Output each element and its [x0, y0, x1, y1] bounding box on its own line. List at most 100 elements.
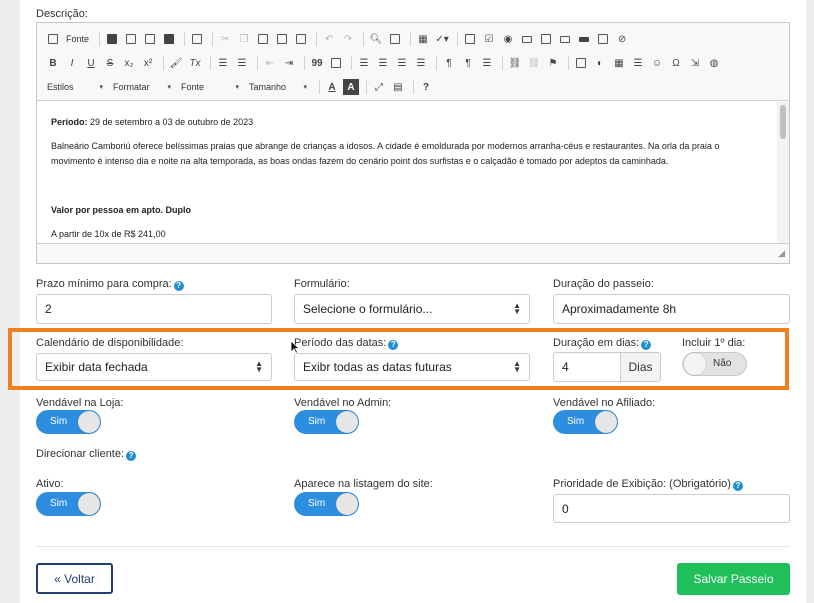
find-icon[interactable]: 🔍︎: [368, 31, 384, 47]
checkbox-icon[interactable]: ☑: [481, 31, 497, 47]
align-left-icon[interactable]: ☰: [356, 55, 372, 71]
save-icon[interactable]: [104, 31, 120, 47]
background-color-icon[interactable]: A: [343, 79, 359, 95]
styles-dropdown[interactable]: Estilos ▾: [45, 79, 105, 95]
help-icon[interactable]: ?: [418, 79, 434, 95]
strikethrough-icon[interactable]: S: [102, 55, 118, 71]
toolbar-divider: [502, 56, 503, 70]
templates-icon[interactable]: [189, 31, 205, 47]
duracao-passeio-input[interactable]: Aproximadamente 8h: [553, 294, 790, 324]
image-button-icon[interactable]: [595, 31, 611, 47]
replace-icon[interactable]: [387, 31, 403, 47]
indent-icon[interactable]: ⇥: [281, 55, 297, 71]
source-icon[interactable]: [45, 31, 61, 47]
editor-scrollbar-thumb[interactable]: [780, 105, 786, 139]
textarea-icon[interactable]: [538, 31, 554, 47]
toggle-state: Sim: [50, 498, 68, 509]
paste-text-icon[interactable]: [274, 31, 290, 47]
button-field-icon[interactable]: [576, 31, 592, 47]
radio-icon[interactable]: ◉: [500, 31, 516, 47]
div-icon[interactable]: [328, 55, 344, 71]
numbered-list-icon[interactable]: ☰: [215, 55, 231, 71]
smiley-icon[interactable]: ☺: [649, 55, 665, 71]
help-icon[interactable]: ?: [641, 340, 652, 350]
toggle-state: Sim: [308, 498, 326, 509]
align-justify-icon[interactable]: ☰: [413, 55, 429, 71]
format-dropdown[interactable]: Formatar ▾: [111, 79, 173, 95]
toolbar-divider: [257, 56, 258, 70]
formulario-select[interactable]: Selecione o formulário... ▲ ▼: [294, 294, 530, 324]
help-icon[interactable]: ?: [173, 281, 184, 291]
redo-icon[interactable]: ↷: [340, 31, 356, 47]
vendavel-loja-toggle[interactable]: Sim: [36, 410, 101, 434]
italic-icon[interactable]: I: [64, 55, 80, 71]
align-right-icon[interactable]: ☰: [394, 55, 410, 71]
copy-icon[interactable]: ❐: [236, 31, 252, 47]
blockquote-icon[interactable]: 99: [309, 55, 325, 71]
help-icon[interactable]: ?: [388, 340, 399, 350]
select-field-icon[interactable]: [557, 31, 573, 47]
preview-icon[interactable]: [142, 31, 158, 47]
flash-icon[interactable]: ◐: [592, 55, 608, 71]
form-icon[interactable]: [462, 31, 478, 47]
page-break-icon[interactable]: ⇲: [687, 55, 703, 71]
paste-word-icon[interactable]: [293, 31, 309, 47]
toolbar-divider: [351, 56, 352, 70]
periodo-datas-select[interactable]: Exibr todas as datas futuras ▲ ▼: [294, 353, 530, 381]
toolbar-divider: [363, 32, 365, 46]
save-button[interactable]: Salvar Passeio: [677, 563, 790, 595]
ativo-toggle[interactable]: Sim: [36, 492, 101, 516]
source-button-label[interactable]: Fonte: [66, 34, 89, 44]
help-icon[interactable]: ?: [732, 481, 743, 491]
superscript-icon[interactable]: x²: [140, 55, 156, 71]
vendavel-afiliado-toggle[interactable]: Sim: [553, 410, 618, 434]
cut-icon[interactable]: ✂: [217, 31, 233, 47]
link-icon[interactable]: ⛓: [507, 55, 523, 71]
prioridade-input[interactable]: 0: [553, 494, 790, 523]
subscript-icon[interactable]: x₂: [121, 55, 137, 71]
outdent-icon[interactable]: ⇤: [262, 55, 278, 71]
back-button[interactable]: « Voltar: [36, 563, 113, 594]
align-center-icon[interactable]: ☰: [375, 55, 391, 71]
calendario-select[interactable]: Exibir data fechada ▲ ▼: [36, 353, 272, 381]
language-icon[interactable]: ☰: [479, 55, 495, 71]
bold-icon[interactable]: B: [45, 55, 61, 71]
unlink-icon[interactable]: ⛓: [526, 55, 542, 71]
editor-content[interactable]: Período: 29 de setembro a 03 de outubro …: [37, 102, 789, 243]
special-char-icon[interactable]: Ω: [668, 55, 684, 71]
mouse-cursor-icon: [290, 340, 300, 354]
duracao-dias-input[interactable]: 4: [553, 352, 621, 382]
size-dropdown[interactable]: Tamanho ▾: [247, 79, 309, 95]
bulleted-list-icon[interactable]: ☰: [234, 55, 250, 71]
hidden-field-icon[interactable]: ⊘: [614, 31, 630, 47]
print-icon[interactable]: [161, 31, 177, 47]
paste-icon[interactable]: [255, 31, 271, 47]
undo-icon[interactable]: ↶: [321, 31, 337, 47]
incluir-dia-toggle[interactable]: Não: [682, 352, 747, 376]
rich-text-editor[interactable]: Fonte ✂ ❐ ↶ ↷ 🔍︎ ▦ ✓▾ ☑ ◉ ⊘ B I U S x₂ x…: [36, 22, 790, 264]
image-icon[interactable]: [573, 55, 589, 71]
vendavel-admin-toggle[interactable]: Sim: [294, 410, 359, 434]
remove-format-icon[interactable]: Tx: [187, 55, 203, 71]
spellcheck-icon[interactable]: ✓▾: [434, 31, 450, 47]
horizontal-line-icon[interactable]: ☰: [630, 55, 646, 71]
textfield-icon[interactable]: [519, 31, 535, 47]
new-page-icon[interactable]: [123, 31, 139, 47]
help-icon[interactable]: ?: [126, 451, 137, 461]
underline-icon[interactable]: U: [83, 55, 99, 71]
table-icon[interactable]: ▦: [611, 55, 627, 71]
rtl-icon[interactable]: ¶: [460, 55, 476, 71]
period-value: 29 de setembro a 03 de outubro de 2023: [87, 117, 254, 127]
show-blocks-icon[interactable]: ▤: [390, 79, 406, 95]
text-color-icon[interactable]: A: [324, 79, 340, 95]
font-dropdown[interactable]: Fonte ▾: [179, 79, 241, 95]
listagem-toggle[interactable]: Sim: [294, 492, 359, 516]
resize-grip-icon[interactable]: ◢: [778, 248, 785, 259]
copy-format-icon[interactable]: 🖌︎: [168, 55, 184, 71]
maximize-icon[interactable]: ⤢: [371, 79, 387, 95]
ltr-icon[interactable]: ¶: [441, 55, 457, 71]
iframe-icon[interactable]: ◍: [706, 55, 722, 71]
prazo-input[interactable]: 2: [36, 294, 272, 324]
anchor-icon[interactable]: ⚑: [545, 55, 561, 71]
select-all-icon[interactable]: ▦: [415, 31, 431, 47]
